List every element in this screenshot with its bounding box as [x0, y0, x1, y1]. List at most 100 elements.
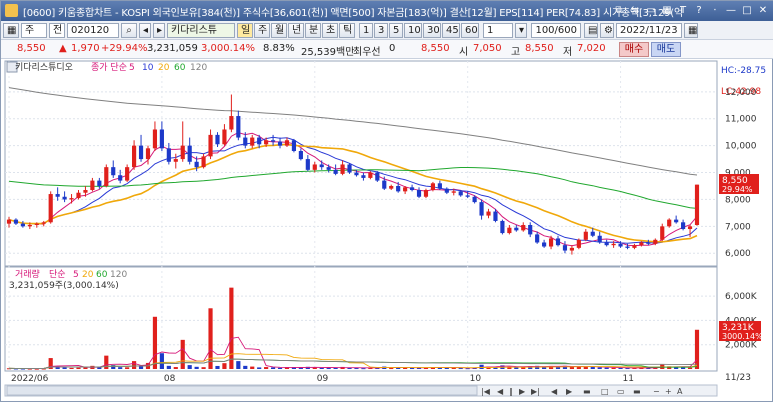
next-stock-icon[interactable]: ▸	[153, 23, 165, 38]
market-select[interactable]: 주	[21, 23, 47, 38]
volume-bar	[173, 367, 178, 369]
quote-bar: 8,550 ▲ 1,970 +29.94% 3,231,059 3,000.14…	[1, 40, 773, 59]
legend-ma-10: 10	[142, 63, 154, 73]
close-icon[interactable]: ✕	[756, 3, 770, 18]
candle-body	[618, 243, 623, 247]
zoom-plus-icon[interactable]: +	[665, 387, 672, 396]
interval-dropdown-icon[interactable]: ▾	[515, 23, 527, 38]
candle-body	[604, 242, 609, 246]
scrollbar-thumb[interactable]	[6, 385, 478, 396]
interval-1[interactable]: 1	[359, 23, 373, 38]
settings-icon[interactable]: ⚙	[600, 23, 614, 38]
scroll-right-icon[interactable]: ▶	[566, 387, 573, 396]
candle-body	[34, 223, 39, 225]
period-year[interactable]: 년	[288, 23, 304, 38]
period-month[interactable]: 월	[271, 23, 287, 38]
pin-icon[interactable]: ⋅	[708, 3, 722, 18]
volume-bar	[111, 365, 116, 369]
zoom-reset-icon[interactable]: ▭	[617, 387, 625, 396]
candle-body	[250, 137, 255, 146]
volume-bar	[62, 367, 67, 369]
search-icon[interactable]: ⌕	[121, 23, 137, 38]
zoom-out-icon[interactable]: ▬	[583, 387, 591, 396]
count-input[interactable]: 100/600	[531, 23, 581, 38]
volume-bar	[681, 367, 686, 369]
volume-ma-5: 5	[73, 270, 79, 280]
prefix-select[interactable]: 전	[49, 23, 65, 38]
volume-bar	[270, 367, 276, 369]
stock-code-input[interactable]: 020120	[67, 23, 119, 38]
candle-body	[298, 151, 303, 160]
font-icon[interactable]: T	[676, 3, 690, 18]
volume-bar	[576, 366, 581, 369]
candle-body	[354, 172, 359, 176]
candle-body	[236, 116, 241, 138]
legend-ma-60: 60	[174, 63, 186, 73]
buy-button[interactable]: 매수	[619, 42, 649, 57]
interval-60[interactable]: 60	[461, 23, 479, 38]
stock-chart[interactable]: 키다리스튜디오 종가 단순 5 10 20 60 120 거래량 단순 5 20…	[1, 59, 773, 403]
candle-body	[500, 220, 505, 234]
price-y-tick: 10,000	[725, 142, 757, 152]
price-change: 1,970	[71, 43, 100, 54]
candle-body	[48, 194, 53, 223]
sell-button[interactable]: 매도	[651, 42, 681, 57]
scroll-last-icon[interactable]: ▶|	[531, 387, 540, 396]
candle-body	[132, 145, 137, 168]
period-minute[interactable]: 분	[305, 23, 321, 38]
candle-body	[69, 198, 74, 200]
candle-body	[653, 239, 658, 244]
maximize-icon[interactable]: □	[740, 3, 754, 18]
scroll-prev-icon[interactable]: ◀	[497, 387, 504, 396]
volume-bar	[243, 365, 248, 369]
window-icon[interactable]: ▭	[644, 3, 658, 18]
prev-stock-icon[interactable]: ◂	[139, 23, 151, 38]
volume-legend-ma: 단순	[49, 269, 66, 280]
x-last-date: 11/23	[725, 373, 751, 383]
volume-bar	[597, 367, 602, 369]
calendar-icon[interactable]: ▦	[684, 23, 698, 38]
zoom-in-icon[interactable]: □	[601, 387, 609, 396]
date-input[interactable]: 2022/11/23	[616, 23, 682, 38]
period-week[interactable]: 주	[254, 23, 270, 38]
interval-input[interactable]: 1	[483, 23, 513, 38]
zoom-minus-icon[interactable]: −	[653, 387, 660, 396]
help-icon[interactable]: ?	[692, 3, 706, 18]
scroll-first-icon[interactable]: |◀	[481, 387, 491, 396]
copy-icon[interactable]: ⧉	[612, 3, 626, 18]
volume-bar	[409, 368, 415, 370]
period-day[interactable]: 일	[237, 23, 253, 38]
interval-10[interactable]: 10	[404, 23, 422, 38]
candle-body	[291, 140, 297, 152]
candle-body	[83, 190, 88, 193]
period-second[interactable]: 초	[322, 23, 338, 38]
stock-name-field[interactable]: 키다리스튜	[167, 23, 235, 38]
candle-body	[479, 202, 484, 216]
table-icon[interactable]: ▦	[660, 3, 674, 18]
chart-area[interactable]: 키다리스튜디오 종가 단순 5 10 20 60 120 거래량 단순 5 20…	[1, 59, 773, 403]
stock-grid-icon[interactable]: ▦	[3, 23, 19, 38]
minimize-icon[interactable]: —	[724, 3, 738, 18]
zoom-fit-icon[interactable]: ▬	[633, 387, 641, 396]
volume-ratio: 3,000.14%	[201, 43, 256, 54]
table-view-icon[interactable]: ▤	[584, 23, 598, 38]
low-label: 저	[563, 47, 573, 58]
high-value: 8,550	[525, 43, 554, 54]
scroll-pause-icon[interactable]: ‖	[509, 387, 513, 396]
scroll-left-icon[interactable]: ◀	[551, 387, 558, 396]
interval-30[interactable]: 30	[423, 23, 441, 38]
scroll-next-icon[interactable]: ▶	[519, 387, 526, 396]
link-icon[interactable]: ⇆	[628, 3, 642, 18]
zoom-font-icon[interactable]: A	[677, 387, 683, 396]
candle-body	[145, 148, 151, 160]
volume-bar	[458, 368, 463, 370]
candle-body	[486, 211, 491, 216]
price-y-tick: 8,000	[725, 195, 751, 205]
interval-5[interactable]: 5	[389, 23, 403, 38]
interval-45[interactable]: 45	[442, 23, 460, 38]
candle-body	[472, 196, 477, 203]
candle-body	[667, 219, 672, 227]
interval-3[interactable]: 3	[374, 23, 388, 38]
period-tick[interactable]: 틱	[339, 23, 355, 38]
candle-body	[451, 191, 456, 193]
